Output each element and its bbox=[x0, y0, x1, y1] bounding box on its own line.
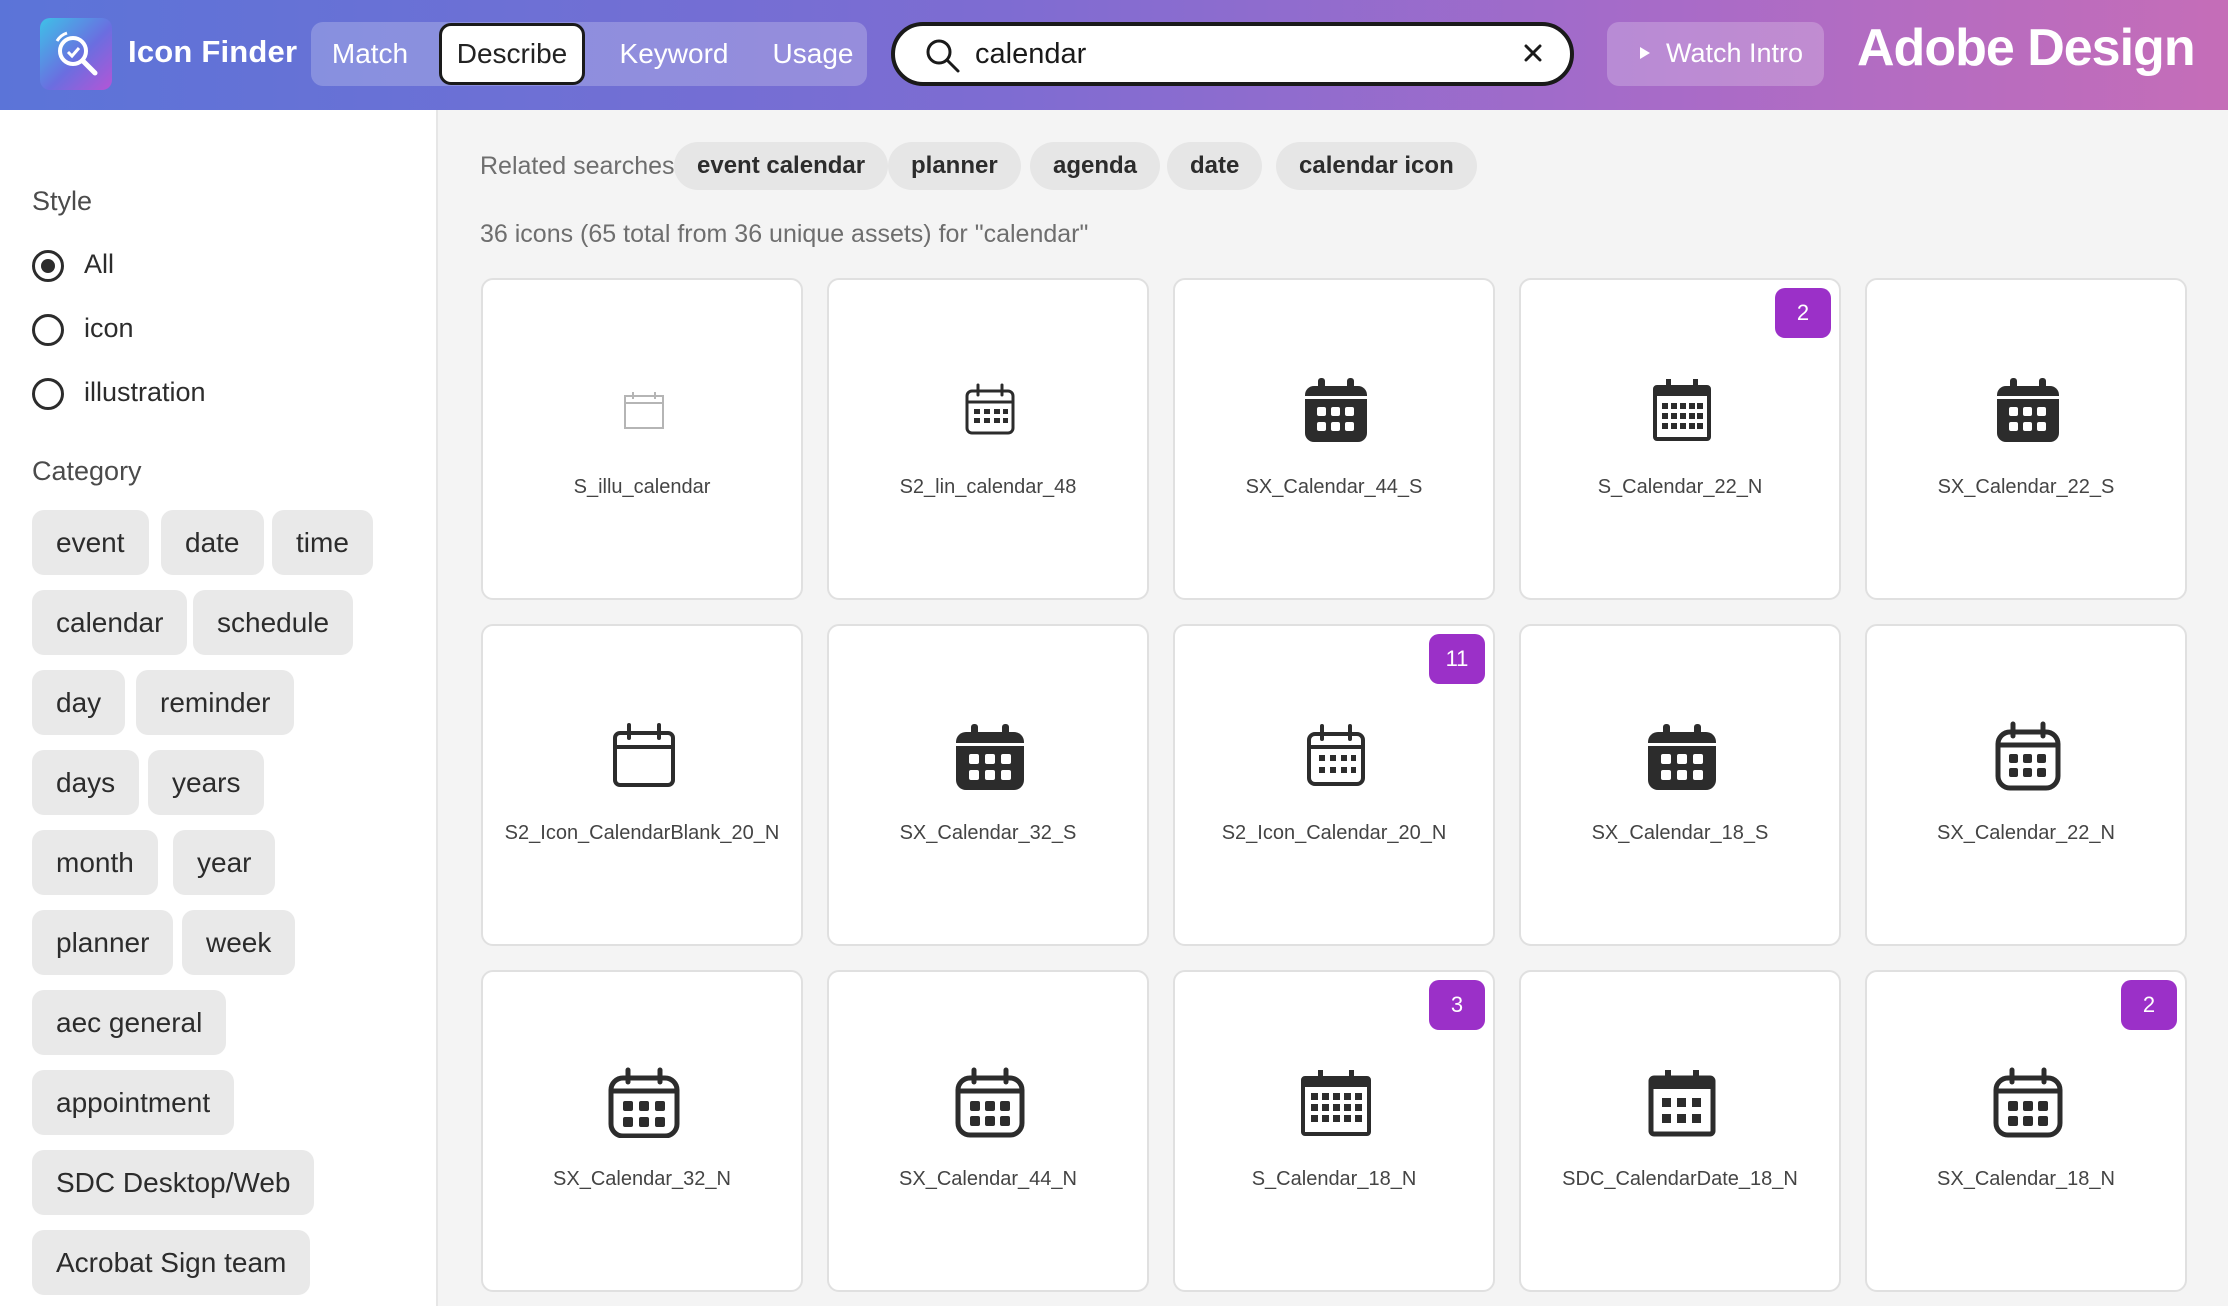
variant-count-badge: 3 bbox=[1429, 980, 1485, 1030]
mode-tabs: Match Describe Keyword Usage bbox=[311, 22, 867, 86]
result-card-label: S2_Icon_Calendar_20_N bbox=[1221, 822, 1447, 844]
calendar-solid-icon bbox=[1648, 724, 1716, 790]
result-card[interactable]: S2_Icon_Calendar_20_N 11 bbox=[1173, 624, 1495, 946]
tab-usage[interactable]: Usage bbox=[759, 22, 867, 86]
calendar-outline-icon bbox=[965, 383, 1015, 435]
style-option-label: icon bbox=[84, 313, 134, 343]
category-chip-acrobat-sign-team[interactable]: Acrobat Sign team bbox=[32, 1230, 311, 1295]
result-card-label: S_Calendar_18_N bbox=[1251, 1168, 1417, 1190]
category-chip-date[interactable]: date bbox=[161, 510, 264, 575]
category-chip-sdc-desktop-web[interactable]: SDC Desktop/Web bbox=[32, 1150, 315, 1215]
result-card-label: S_illu_calendar bbox=[573, 476, 711, 498]
radio-button[interactable] bbox=[32, 314, 64, 346]
category-chip-reminder[interactable]: reminder bbox=[136, 670, 295, 735]
top-bar: Icon Finder Match Describe Keyword Usage… bbox=[0, 0, 2228, 110]
result-card-label: SX_Calendar_22_S bbox=[1937, 476, 2115, 498]
result-card[interactable]: SX_Calendar_22_S bbox=[1865, 278, 2187, 600]
brand-logo: Adobe Design bbox=[1857, 19, 2196, 77]
result-card-label: SX_Calendar_32_S bbox=[899, 822, 1077, 844]
related-chip-agenda[interactable]: agenda bbox=[1030, 142, 1161, 190]
category-chip-day[interactable]: day bbox=[32, 670, 126, 735]
result-count: 36 icons (65 total from 36 unique assets… bbox=[480, 220, 1089, 248]
result-card-label: SX_Calendar_44_N bbox=[899, 1168, 1077, 1190]
result-card-label: S2_lin_calendar_48 bbox=[899, 476, 1077, 498]
category-chip-days[interactable]: days bbox=[32, 750, 140, 815]
result-card[interactable]: SX_Calendar_44_S bbox=[1173, 278, 1495, 600]
calendar-rounded-icon bbox=[955, 1067, 1025, 1138]
category-chip-event[interactable]: event bbox=[32, 510, 149, 575]
result-card[interactable]: S2_Icon_CalendarBlank_20_N bbox=[481, 624, 803, 946]
radio-button[interactable] bbox=[32, 378, 64, 410]
tab-describe[interactable]: Describe bbox=[439, 23, 585, 85]
category-chip-year[interactable]: year bbox=[173, 830, 276, 895]
search-box bbox=[891, 22, 1574, 86]
category-chip-week[interactable]: week bbox=[182, 910, 296, 975]
app-title: Icon Finder bbox=[128, 34, 298, 69]
category-chip-time[interactable]: time bbox=[272, 510, 373, 575]
calendar-outline-icon bbox=[1307, 724, 1365, 786]
result-card[interactable]: S2_lin_calendar_48 bbox=[827, 278, 1149, 600]
related-chip-planner[interactable]: planner bbox=[888, 142, 1021, 190]
result-card-label: SX_Calendar_18_N bbox=[1937, 1168, 2115, 1190]
result-card[interactable]: SX_Calendar_18_N 2 bbox=[1865, 970, 2187, 1292]
calendar-rounded-icon bbox=[1995, 721, 2061, 791]
watch-intro-button[interactable]: Watch Intro bbox=[1607, 22, 1824, 86]
variant-count-badge: 11 bbox=[1429, 634, 1485, 684]
related-chip-event-calendar[interactable]: event calendar bbox=[674, 142, 889, 190]
calendar-solid-icon bbox=[1997, 378, 2059, 442]
result-card[interactable]: S_illu_calendar bbox=[481, 278, 803, 600]
calendar-solid-icon bbox=[1305, 378, 1367, 442]
calendar-solid-icon bbox=[956, 724, 1024, 790]
search-input[interactable] bbox=[975, 34, 1495, 74]
category-chip-month[interactable]: month bbox=[32, 830, 158, 895]
clear-search-icon[interactable] bbox=[1518, 38, 1548, 68]
result-card-label: S_Calendar_22_N bbox=[1597, 476, 1763, 498]
calendar-rounded-icon bbox=[608, 1067, 680, 1138]
category-chip-schedule[interactable]: schedule bbox=[193, 590, 354, 655]
category-chip-calendar[interactable]: calendar bbox=[32, 590, 188, 655]
calendar-blank-icon bbox=[613, 723, 675, 787]
app-logo-icon[interactable] bbox=[40, 18, 112, 90]
related-chip-calendar-icon[interactable]: calendar icon bbox=[1276, 142, 1477, 190]
calendar-date-icon bbox=[1648, 1070, 1716, 1137]
result-card[interactable]: S_Calendar_22_N 2 bbox=[1519, 278, 1841, 600]
result-card[interactable]: SX_Calendar_32_S bbox=[827, 624, 1149, 946]
result-card[interactable]: SDC_CalendarDate_18_N bbox=[1519, 970, 1841, 1292]
search-icon bbox=[923, 36, 963, 81]
variant-count-badge: 2 bbox=[2121, 980, 2177, 1030]
result-card-label: SX_Calendar_22_N bbox=[1937, 822, 2115, 844]
category-chip-appointment[interactable]: appointment bbox=[32, 1070, 235, 1135]
result-card-label: SX_Calendar_44_S bbox=[1245, 476, 1423, 498]
filter-sidebar: Style All icon illustration Category eve… bbox=[0, 110, 438, 1306]
result-card-label: S2_Icon_CalendarBlank_20_N bbox=[504, 822, 780, 844]
play-icon bbox=[1640, 47, 1650, 59]
category-chip-years[interactable]: years bbox=[148, 750, 265, 815]
style-heading: Style bbox=[32, 186, 93, 216]
style-option-label: illustration bbox=[84, 377, 206, 407]
category-chip-planner[interactable]: planner bbox=[32, 910, 174, 975]
tab-keyword[interactable]: Keyword bbox=[601, 22, 747, 86]
result-card-label: SX_Calendar_32_N bbox=[553, 1168, 731, 1190]
calendar-rounded-icon bbox=[1993, 1067, 2063, 1138]
calendar-grid-icon bbox=[1653, 379, 1711, 441]
calendar-grid-icon bbox=[1301, 1070, 1371, 1136]
style-option-label: All bbox=[84, 249, 115, 279]
illustration-calendar-icon bbox=[624, 392, 664, 429]
result-card[interactable]: SX_Calendar_18_S bbox=[1519, 624, 1841, 946]
result-card[interactable]: S_Calendar_18_N 3 bbox=[1173, 970, 1495, 1292]
category-heading: Category bbox=[32, 456, 142, 486]
result-card[interactable]: SX_Calendar_44_N bbox=[827, 970, 1149, 1292]
result-card-label: SDC_CalendarDate_18_N bbox=[1562, 1168, 1798, 1190]
category-chip-aec-general[interactable]: aec general bbox=[32, 990, 227, 1055]
related-chip-date[interactable]: date bbox=[1167, 142, 1263, 190]
watch-intro-label: Watch Intro bbox=[1666, 38, 1804, 68]
result-card-label: SX_Calendar_18_S bbox=[1591, 822, 1769, 844]
tab-match[interactable]: Match bbox=[311, 22, 429, 86]
related-searches-label: Related searches bbox=[480, 152, 675, 180]
result-card[interactable]: SX_Calendar_22_N bbox=[1865, 624, 2187, 946]
variant-count-badge: 2 bbox=[1775, 288, 1831, 338]
result-card[interactable]: SX_Calendar_32_N bbox=[481, 970, 803, 1292]
radio-button[interactable] bbox=[32, 250, 64, 282]
